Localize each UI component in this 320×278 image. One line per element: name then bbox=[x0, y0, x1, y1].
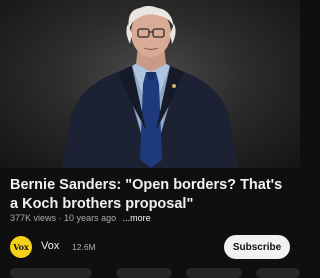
chip-placeholder[interactable] bbox=[10, 268, 92, 278]
channel-name[interactable]: Vox bbox=[41, 240, 59, 252]
chip-placeholder[interactable] bbox=[256, 268, 300, 278]
view-count: 377K views bbox=[10, 213, 57, 223]
channel-avatar[interactable]: Vox bbox=[10, 236, 32, 258]
video-meta[interactable]: 377K views · 10 years ago ...more bbox=[10, 213, 151, 223]
channel-row: Vox Vox 12.6M Subscribe bbox=[10, 235, 290, 259]
video-player[interactable] bbox=[0, 0, 300, 168]
upload-age: 10 years ago bbox=[64, 213, 117, 223]
action-chips bbox=[10, 268, 300, 278]
chip-placeholder[interactable] bbox=[116, 268, 172, 278]
more-link[interactable]: ...more bbox=[123, 213, 151, 223]
subscriber-count: 12.6M bbox=[72, 242, 96, 252]
video-thumbnail-image bbox=[62, 6, 238, 168]
chip-placeholder[interactable] bbox=[186, 268, 242, 278]
subscribe-button[interactable]: Subscribe bbox=[224, 235, 290, 259]
video-title: Bernie Sanders: "Open borders? That's a … bbox=[10, 177, 283, 212]
